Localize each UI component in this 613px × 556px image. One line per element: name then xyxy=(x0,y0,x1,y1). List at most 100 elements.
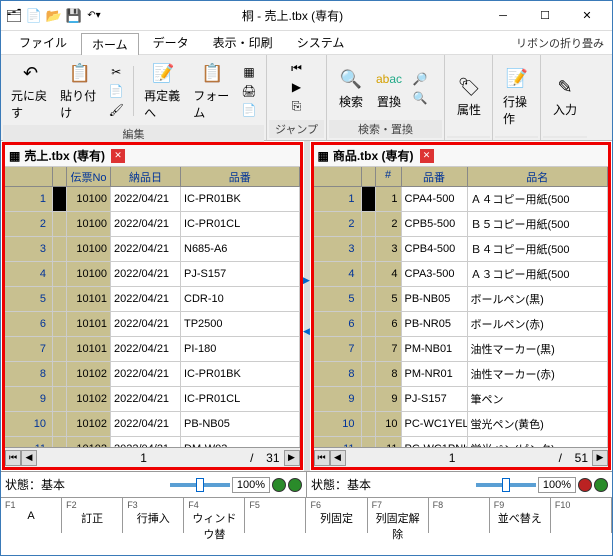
fkey-F5[interactable]: F5 xyxy=(245,498,306,533)
new-icon[interactable]: 📄 xyxy=(25,7,43,25)
zoom-slider[interactable] xyxy=(170,483,230,487)
cell[interactable]: 5 xyxy=(376,287,402,311)
cell[interactable]: PJ-S157 xyxy=(402,387,468,411)
table-row[interactable]: 77PM-NB01油性マーカー(黒) xyxy=(314,337,609,362)
cell[interactable]: 2022/04/21 xyxy=(111,287,181,311)
scroll-right[interactable]: ▶ xyxy=(592,450,608,466)
rownum-header[interactable] xyxy=(5,167,53,186)
table-row[interactable]: 9101022022/04/21IC-PR01CL xyxy=(5,387,300,412)
menu-file[interactable]: ファイル xyxy=(9,32,77,53)
cell[interactable]: PJ-S157 xyxy=(181,262,300,286)
fkey-F2[interactable]: F2訂正 xyxy=(62,498,123,533)
cell[interactable]: PI-180 xyxy=(181,337,300,361)
cell[interactable]: 6 xyxy=(376,312,402,336)
minimize-button[interactable]: ─ xyxy=(482,2,524,30)
search-opt2-icon[interactable]: 🔍 xyxy=(409,89,431,107)
col-date[interactable]: 納品日 xyxy=(111,167,181,186)
scroll-left-end[interactable]: ⏮ xyxy=(314,450,330,466)
cell[interactable]: 2 xyxy=(376,212,402,236)
cell[interactable]: 10101 xyxy=(67,312,111,336)
cell[interactable]: 3 xyxy=(376,237,402,261)
cell[interactable]: 油性マーカー(黒) xyxy=(468,337,609,361)
table-row[interactable]: 88PM-NR01油性マーカー(赤) xyxy=(314,362,609,387)
cell[interactable]: 2022/04/21 xyxy=(111,362,181,386)
cell[interactable]: CPB4-500 xyxy=(402,237,468,261)
cell[interactable]: N685-A6 xyxy=(181,237,300,261)
cell[interactable]: TP2500 xyxy=(181,312,300,336)
right-tab-close[interactable]: ✕ xyxy=(420,149,434,163)
search-opt1-icon[interactable]: 🔎 xyxy=(409,70,431,88)
cell[interactable]: 4 xyxy=(376,262,402,286)
cell[interactable]: CPA3-500 xyxy=(402,262,468,286)
table-row[interactable]: 10101022022/04/21PB-NB05 xyxy=(5,412,300,437)
cell[interactable]: 10100 xyxy=(67,187,111,211)
redefine-button[interactable]: 📝再定義へ xyxy=(140,59,187,123)
col-hinmei[interactable]: 品名 xyxy=(468,167,609,186)
cell[interactable]: 2022/04/21 xyxy=(111,212,181,236)
cell[interactable]: 10102 xyxy=(67,437,111,447)
cell[interactable]: 2022/04/21 xyxy=(111,337,181,361)
fkey-F7[interactable]: F7列固定解除 xyxy=(368,498,429,533)
col-num[interactable]: # xyxy=(376,167,402,186)
grid-icon[interactable]: ▦ xyxy=(238,63,260,81)
table-row[interactable]: 4101002022/04/21PJ-S157 xyxy=(5,262,300,287)
menu-view[interactable]: 表示・印刷 xyxy=(203,32,283,53)
cell[interactable]: Ａ４コピー用紙(500 xyxy=(468,187,609,211)
table-row[interactable]: 1010PC-WC1YEL蛍光ペン(黄色) xyxy=(314,412,609,437)
jump-first-icon[interactable]: ⏮ xyxy=(286,59,308,77)
fkey-F6[interactable]: F6列固定 xyxy=(306,498,367,533)
cell[interactable]: 蛍光ペン(黄色) xyxy=(468,412,609,436)
cell[interactable]: Ｂ４コピー用紙(500 xyxy=(468,237,609,261)
zoom-slider[interactable] xyxy=(476,483,536,487)
table-row[interactable]: 44CPA3-500Ａ３コピー用紙(500 xyxy=(314,262,609,287)
table-row[interactable]: 8101022022/04/21IC-PR01BK xyxy=(5,362,300,387)
table-row[interactable]: 1101002022/04/21IC-PR01BK xyxy=(5,187,300,212)
ribbon-fold[interactable]: リボンの折り畳み xyxy=(516,35,604,51)
table-row[interactable]: 2101002022/04/21IC-PR01CL xyxy=(5,212,300,237)
cell[interactable]: 10102 xyxy=(67,412,111,436)
zoom-value[interactable]: 100% xyxy=(538,477,576,493)
open-icon[interactable]: 📂 xyxy=(45,7,63,25)
menu-system[interactable]: システム xyxy=(287,32,355,53)
table-row[interactable]: 3101002022/04/21N685-A6 xyxy=(5,237,300,262)
col-hinban2[interactable]: 品番 xyxy=(402,167,468,186)
right-tab[interactable]: ▦商品.tbx (専有) ✕ xyxy=(314,145,609,167)
cell[interactable]: 10102 xyxy=(67,362,111,386)
cell[interactable]: DM-W03 xyxy=(181,437,300,447)
fkey-F8[interactable]: F8 xyxy=(429,498,490,533)
cell[interactable]: 10101 xyxy=(67,287,111,311)
cell[interactable]: CPB5-500 xyxy=(402,212,468,236)
zoom-value[interactable]: 100% xyxy=(232,477,270,493)
maximize-button[interactable]: ☐ xyxy=(524,2,566,30)
copy-icon[interactable]: 📄 xyxy=(105,82,127,100)
cut-icon[interactable]: ✂ xyxy=(105,63,127,81)
scroll-right[interactable]: ▶ xyxy=(284,450,300,466)
cell[interactable]: 8 xyxy=(376,362,402,386)
left-tab-close[interactable]: ✕ xyxy=(111,149,125,163)
table-row[interactable]: 55PB-NB05ボールペン(黒) xyxy=(314,287,609,312)
cell[interactable]: 10102 xyxy=(67,387,111,411)
cell[interactable]: PB-NR05 xyxy=(402,312,468,336)
doc-icon[interactable]: 📄 xyxy=(238,101,260,119)
search-button[interactable]: 🔍検索 xyxy=(333,65,369,112)
jump-next-icon[interactable]: ▶ xyxy=(286,78,308,96)
table-row[interactable]: 6101012022/04/21TP2500 xyxy=(5,312,300,337)
close-button[interactable]: ✕ xyxy=(566,2,608,30)
cell[interactable]: IC-PR01BK xyxy=(181,362,300,386)
cell[interactable]: PM-NR01 xyxy=(402,362,468,386)
cell[interactable]: 10100 xyxy=(67,237,111,261)
fkey-F9[interactable]: F9並べ替え xyxy=(490,498,551,533)
jump-goto-icon[interactable]: ⎘ xyxy=(286,97,308,115)
cell[interactable]: 筆ペン xyxy=(468,387,609,411)
brush-icon[interactable]: 🖌 xyxy=(105,101,127,119)
replace-button[interactable]: abac置換 xyxy=(371,65,407,112)
cell[interactable]: 9 xyxy=(376,387,402,411)
cell[interactable]: ボールペン(黒) xyxy=(468,287,609,311)
form-button[interactable]: 📋フォーム xyxy=(189,59,236,123)
cell[interactable]: 2022/04/21 xyxy=(111,262,181,286)
left-tab[interactable]: ▦売上.tbx (専有) ✕ xyxy=(5,145,300,167)
cell[interactable]: 2022/04/21 xyxy=(111,412,181,436)
cell[interactable]: PB-NB05 xyxy=(402,287,468,311)
print-icon[interactable]: 🖨 xyxy=(238,82,260,100)
cell[interactable]: 2022/04/21 xyxy=(111,387,181,411)
